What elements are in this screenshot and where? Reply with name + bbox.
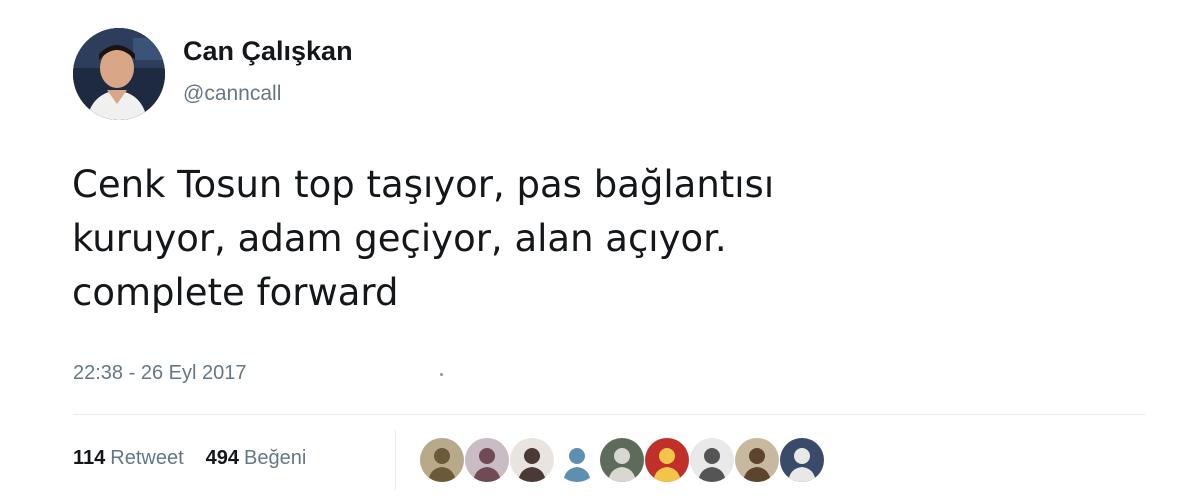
retweet-stat[interactable]: 114 Retweet	[73, 447, 184, 470]
dot-marker	[440, 373, 443, 376]
liker-avatar[interactable]	[690, 438, 734, 482]
liker-avatar[interactable]	[645, 438, 689, 482]
user-avatar-icon	[420, 438, 464, 482]
profile-avatar[interactable]	[73, 28, 165, 120]
user-avatar-icon	[735, 438, 779, 482]
divider	[73, 414, 1145, 415]
tweet-stats: 114 Retweet 494 Beğeni	[73, 447, 306, 470]
like-label: Beğeni	[244, 447, 307, 469]
user-avatar-icon	[645, 438, 689, 482]
tweet-card: Can Çalışkan @canncall Cenk Tosun top ta…	[0, 0, 1200, 504]
user-avatar-icon	[465, 438, 509, 482]
liker-avatars	[420, 438, 825, 482]
liker-avatar[interactable]	[510, 438, 554, 482]
retweet-count: 114	[73, 447, 106, 469]
user-avatar-icon	[510, 438, 554, 482]
user-handle[interactable]: @canncall	[183, 82, 281, 106]
tweet-text: Cenk Tosun top taşıyor, pas bağlantısı k…	[72, 163, 775, 314]
liker-avatar[interactable]	[465, 438, 509, 482]
like-stat[interactable]: 494 Beğeni	[206, 447, 307, 470]
user-avatar-icon	[780, 438, 824, 482]
liker-avatar[interactable]	[555, 438, 599, 482]
liker-avatar[interactable]	[420, 438, 464, 482]
retweet-label: Retweet	[110, 447, 184, 469]
liker-avatar[interactable]	[600, 438, 644, 482]
like-count: 494	[205, 447, 240, 469]
user-avatar-icon	[555, 438, 599, 482]
user-avatar-icon	[690, 438, 734, 482]
tweet-timestamp[interactable]: 22:38 - 26 Eyl 2017	[73, 362, 246, 385]
display-name[interactable]: Can Çalışkan	[183, 36, 353, 67]
liker-avatar[interactable]	[735, 438, 779, 482]
liker-avatar[interactable]	[780, 438, 824, 482]
stats-separator	[395, 430, 396, 490]
user-avatar-icon	[600, 438, 644, 482]
person-icon	[73, 28, 165, 120]
